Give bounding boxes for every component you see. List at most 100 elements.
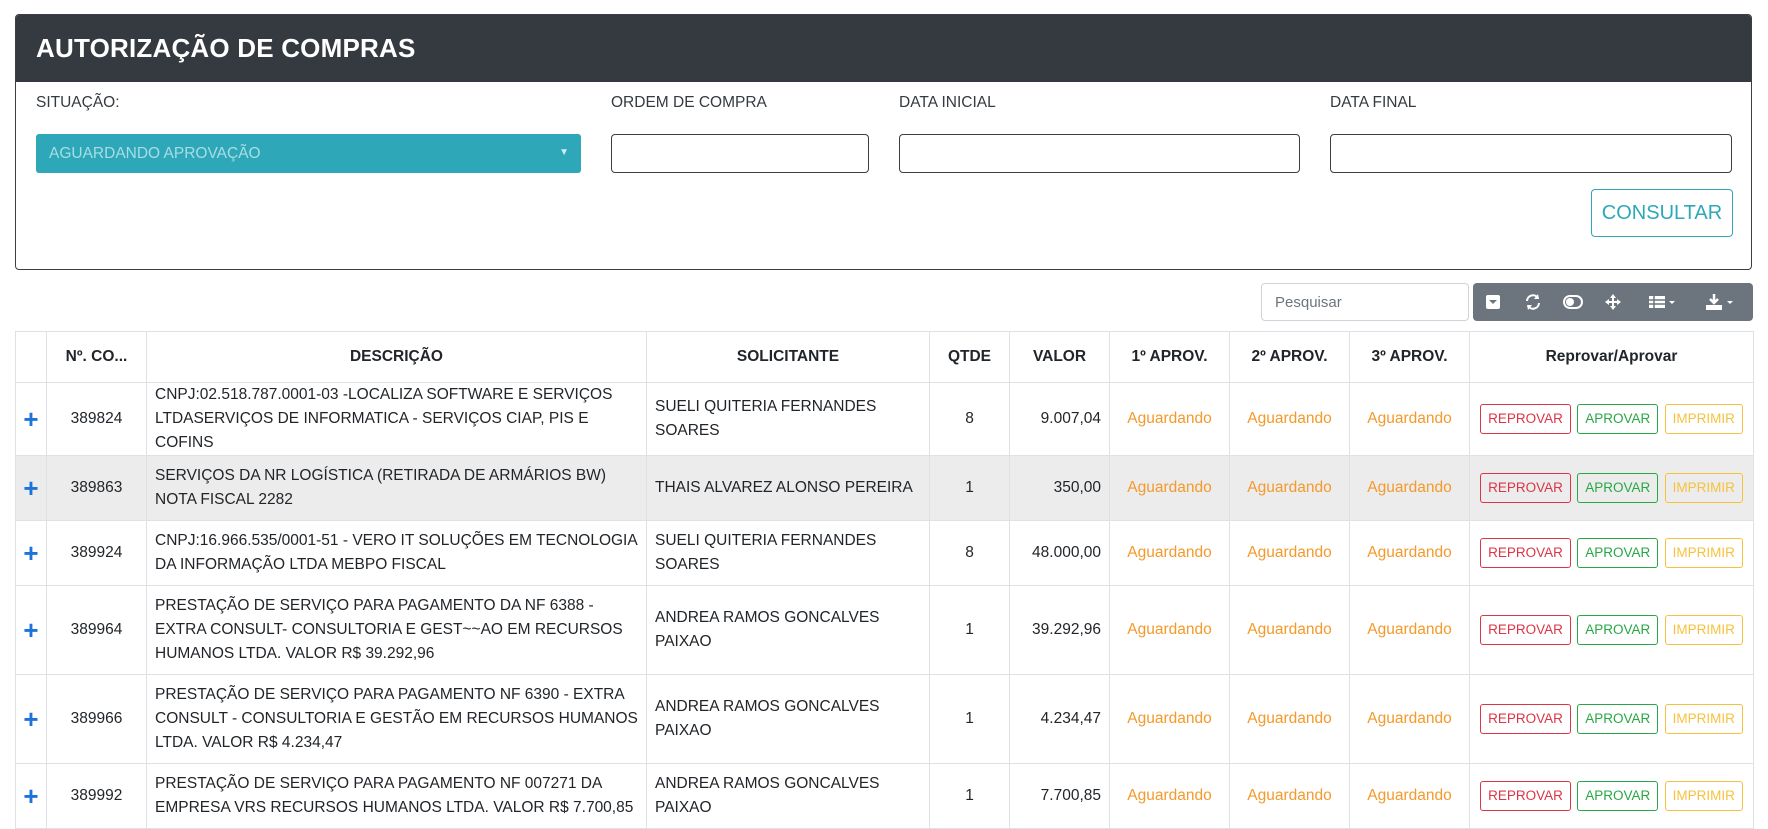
row-aprov3: Aguardando — [1349, 520, 1470, 586]
row-numero: 389966 — [46, 674, 147, 764]
expand-icon[interactable]: + — [15, 455, 47, 521]
row-aprov1: Aguardando — [1109, 585, 1230, 675]
aprovar-button[interactable]: APROVAR — [1577, 538, 1659, 568]
row-aprov2: Aguardando — [1229, 455, 1350, 521]
data-inicial-label: DATA INICIAL — [899, 94, 996, 111]
ordem-compra-input[interactable] — [611, 134, 869, 173]
row-aprov2: Aguardando — [1229, 763, 1350, 829]
row-valor: 7.700,85 — [1009, 763, 1110, 829]
row-solicitante: ANDREA RAMOS GONCALVES PAIXAO — [646, 585, 930, 675]
imprimir-button[interactable]: IMPRIMIR — [1664, 704, 1743, 734]
col-aprov3[interactable]: 3º APROV. — [1349, 331, 1470, 383]
row-aprov3: Aguardando — [1349, 674, 1470, 764]
table-row: + 389964 PRESTAÇÃO DE SERVIÇO PARA PAGAM… — [15, 585, 1754, 675]
situacao-select[interactable]: AGUARDANDO APROVAÇÃO ▼ — [36, 134, 581, 173]
aprovar-button[interactable]: APROVAR — [1577, 615, 1659, 645]
row-descricao: SERVIÇOS DA NR LOGÍSTICA (RETIRADA DE AR… — [146, 455, 647, 521]
row-aprov2: Aguardando — [1229, 585, 1350, 675]
col-aprov1[interactable]: 1º APROV. — [1109, 331, 1230, 383]
situacao-value: AGUARDANDO APROVAÇÃO — [49, 144, 261, 162]
row-descricao: PRESTAÇÃO DE SERVIÇO PARA PAGAMENTO NF 0… — [146, 763, 647, 829]
row-qtde: 1 — [929, 455, 1010, 521]
row-numero: 389863 — [46, 455, 147, 521]
col-qtde[interactable]: QTDE — [929, 331, 1010, 383]
row-qtde: 8 — [929, 520, 1010, 586]
aprovar-button[interactable]: APROVAR — [1577, 473, 1659, 503]
row-aprov1: Aguardando — [1109, 763, 1230, 829]
col-actions: Reprovar/Aprovar — [1469, 331, 1754, 383]
expand-icon[interactable]: + — [15, 585, 47, 675]
row-valor: 48.000,00 — [1009, 520, 1110, 586]
table-toolbar — [1473, 283, 1753, 321]
row-aprov2: Aguardando — [1229, 674, 1350, 764]
row-aprov2: Aguardando — [1229, 520, 1350, 586]
imprimir-button[interactable]: IMPRIMIR — [1664, 473, 1743, 503]
row-aprov1: Aguardando — [1109, 674, 1230, 764]
table-row: + 389992 PRESTAÇÃO DE SERVIÇO PARA PAGAM… — [15, 763, 1754, 829]
row-valor: 4.234,47 — [1009, 674, 1110, 764]
data-inicial-input[interactable] — [899, 134, 1300, 173]
reprovar-button[interactable]: REPROVAR — [1480, 615, 1571, 645]
aprovar-button[interactable]: APROVAR — [1577, 781, 1659, 811]
reprovar-button[interactable]: REPROVAR — [1480, 704, 1571, 734]
imprimir-button[interactable]: IMPRIMIR — [1664, 781, 1743, 811]
row-solicitante: SUELI QUITERIA FERNANDES SOARES — [646, 382, 930, 456]
col-aprov2[interactable]: 2º APROV. — [1229, 331, 1350, 383]
row-numero: 389992 — [46, 763, 147, 829]
col-descricao[interactable]: DESCRIÇÃO — [146, 331, 647, 383]
table-row: + 389824 CNPJ:02.518.787.0001-03 -LOCALI… — [15, 382, 1754, 456]
row-qtde: 1 — [929, 763, 1010, 829]
row-solicitante: ANDREA RAMOS GONCALVES PAIXAO — [646, 674, 930, 764]
page-title: AUTORIZAÇÃO DE COMPRAS — [16, 15, 1751, 82]
imprimir-button[interactable]: IMPRIMIR — [1664, 538, 1743, 568]
toggle-icon[interactable] — [1553, 283, 1593, 321]
reprovar-button[interactable]: REPROVAR — [1480, 404, 1571, 434]
table-header-row: Nº. CO... DESCRIÇÃO SOLICITANTE QTDE VAL… — [15, 331, 1754, 383]
reprovar-button[interactable]: REPROVAR — [1480, 538, 1571, 568]
search-input[interactable] — [1261, 283, 1469, 321]
row-descricao: PRESTAÇÃO DE SERVIÇO PARA PAGAMENTO DA N… — [146, 585, 647, 675]
row-solicitante: THAIS ALVAREZ ALONSO PEREIRA — [646, 455, 930, 521]
row-aprov1: Aguardando — [1109, 455, 1230, 521]
row-actions: REPROVAR APROVAR IMPRIMIR — [1469, 674, 1754, 764]
col-numero[interactable]: Nº. CO... — [46, 331, 147, 383]
expand-icon[interactable]: + — [15, 382, 47, 456]
reprovar-button[interactable]: REPROVAR — [1480, 473, 1571, 503]
row-actions: REPROVAR APROVAR IMPRIMIR — [1469, 455, 1754, 521]
imprimir-button[interactable]: IMPRIMIR — [1664, 404, 1743, 434]
table-row: + 389863 SERVIÇOS DA NR LOGÍSTICA (RETIR… — [15, 455, 1754, 521]
move-icon[interactable] — [1593, 283, 1633, 321]
reprovar-button[interactable]: REPROVAR — [1480, 781, 1571, 811]
expand-icon[interactable]: + — [15, 763, 47, 829]
row-aprov2: Aguardando — [1229, 382, 1350, 456]
expand-icon[interactable]: + — [15, 520, 47, 586]
aprovar-button[interactable]: APROVAR — [1577, 704, 1659, 734]
row-aprov1: Aguardando — [1109, 520, 1230, 586]
columns-icon[interactable] — [1633, 283, 1691, 321]
row-aprov3: Aguardando — [1349, 763, 1470, 829]
col-valor[interactable]: VALOR — [1009, 331, 1110, 383]
row-numero: 389964 — [46, 585, 147, 675]
data-final-input[interactable] — [1330, 134, 1732, 173]
row-descricao: PRESTAÇÃO DE SERVIÇO PARA PAGAMENTO NF 6… — [146, 674, 647, 764]
row-qtde: 8 — [929, 382, 1010, 456]
purchases-table: Nº. CO... DESCRIÇÃO SOLICITANTE QTDE VAL… — [15, 331, 1754, 829]
imprimir-button[interactable]: IMPRIMIR — [1664, 615, 1743, 645]
refresh-icon[interactable] — [1513, 283, 1553, 321]
row-aprov1: Aguardando — [1109, 382, 1230, 456]
collapse-icon[interactable] — [1473, 283, 1513, 321]
row-qtde: 1 — [929, 674, 1010, 764]
col-expand — [15, 331, 47, 383]
table-row: + 389924 CNPJ:16.966.535/0001-51 - VERO … — [15, 520, 1754, 586]
row-actions: REPROVAR APROVAR IMPRIMIR — [1469, 763, 1754, 829]
filter-card: AUTORIZAÇÃO DE COMPRAS SITUAÇÃO: AGUARDA… — [15, 14, 1752, 270]
aprovar-button[interactable]: APROVAR — [1577, 404, 1659, 434]
col-solicitante[interactable]: SOLICITANTE — [646, 331, 930, 383]
row-valor: 39.292,96 — [1009, 585, 1110, 675]
expand-icon[interactable]: + — [15, 674, 47, 764]
row-qtde: 1 — [929, 585, 1010, 675]
export-icon[interactable] — [1691, 283, 1749, 321]
row-actions: REPROVAR APROVAR IMPRIMIR — [1469, 382, 1754, 456]
row-actions: REPROVAR APROVAR IMPRIMIR — [1469, 520, 1754, 586]
consultar-button[interactable]: CONSULTAR — [1591, 189, 1733, 237]
